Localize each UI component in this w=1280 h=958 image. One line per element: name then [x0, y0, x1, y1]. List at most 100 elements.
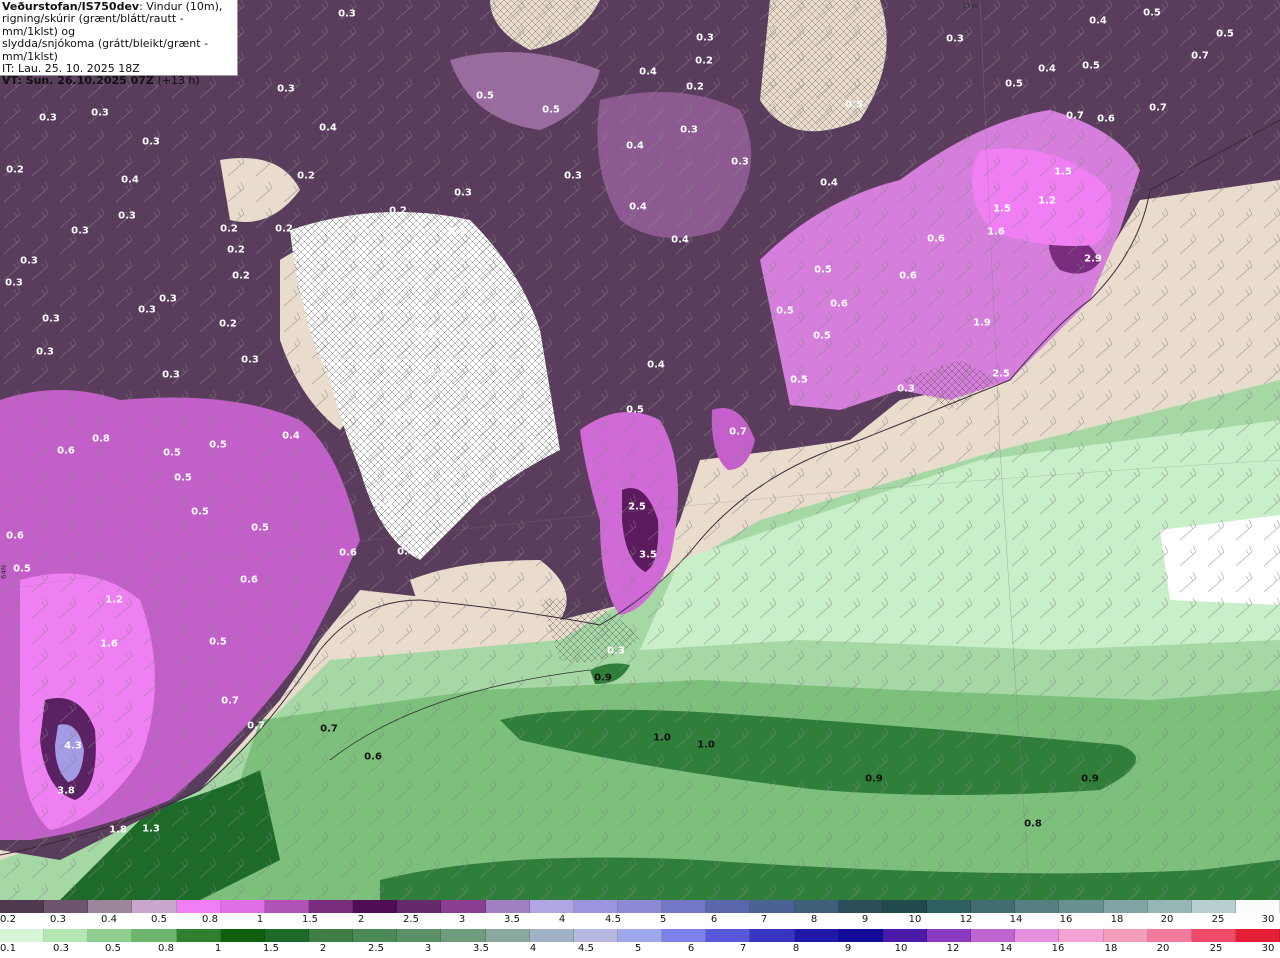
legend-snow-swatch	[838, 900, 883, 913]
weather-map: 15W 64N	[0, 0, 1280, 900]
legend-snow-swatch	[44, 900, 89, 913]
legend-rain-swatch	[573, 929, 618, 942]
legend-snow-swatch	[882, 900, 927, 913]
legend-snow-swatch	[441, 900, 486, 913]
legend-rain-swatch	[1059, 929, 1104, 942]
legend-snow-tick: 0.4	[101, 914, 117, 925]
legend-snow-tick: 5	[659, 914, 667, 925]
lead-time: (+13 h)	[153, 74, 200, 88]
header-title: Veðurstofan/IS750dev	[2, 0, 140, 13]
legend-rain-tick: 2.5	[368, 943, 384, 954]
legend-rain-tick: 0.3	[53, 943, 69, 954]
header-desc-1: : Vindur (10m),	[139, 0, 223, 13]
legend-rain-tick: 8	[792, 943, 800, 954]
legend-rain-tick: 3	[424, 943, 432, 954]
legend-snow-tick: 8	[810, 914, 818, 925]
legend-snow-tick: 6	[710, 914, 718, 925]
legend-rain-tick: 2	[319, 943, 327, 954]
legend-rain-swatch	[176, 929, 221, 942]
legend-rain-tick: 10	[894, 943, 908, 954]
legend-snow-tick: 25	[1211, 914, 1225, 925]
legend-snow-tick: 3	[458, 914, 466, 925]
legend-rain-tick: 5	[634, 943, 642, 954]
legend-rain-swatch	[1015, 929, 1060, 942]
legend-rain-swatch	[794, 929, 839, 942]
legend-snow-tick: 30	[1261, 914, 1275, 925]
legend-rain-swatch	[1103, 929, 1148, 942]
header-desc-3: slydda/snjókoma (grátt/bleikt/grænt - mm…	[2, 37, 209, 63]
legend-snow-tick: 0.3	[50, 914, 66, 925]
legend-rain-swatch	[882, 929, 927, 942]
legend-rain-swatch	[485, 929, 530, 942]
legend-snow-swatch	[1191, 900, 1236, 913]
legend-rain-swatch	[1191, 929, 1236, 942]
info-box: Veðurstofan/IS750dev: Vindur (10m), rign…	[0, 0, 238, 87]
legend-rain-swatch	[441, 929, 486, 942]
legend-snow-swatch	[662, 900, 707, 913]
legend-rain-swatch	[617, 929, 663, 942]
legend-rain-swatch	[662, 929, 707, 942]
legend-rain-swatch	[264, 929, 309, 942]
legend-snow-swatch	[617, 900, 663, 913]
legend-snow-swatch	[529, 900, 574, 913]
legend-rain-tick: 1.5	[263, 943, 279, 954]
legend-rain-ticks: 0.1 0.3 0.5 0.8 1 1.5 2 2.5 3 3.5 4 4.5 5 6 7 8 9 10 12 14 1…	[0, 942, 1280, 958]
legend-rain-swatch	[706, 929, 751, 942]
legend-snow-tick: 0.5	[151, 914, 167, 925]
legend-snow-swatch	[1235, 900, 1280, 913]
legend-rain-swatch	[529, 929, 574, 942]
legend-snow-swatch	[971, 900, 1016, 913]
legend-rain-swatch	[397, 929, 442, 942]
legend-snow-tick: 4	[558, 914, 566, 925]
legend-rain-swatch	[838, 929, 883, 942]
legend-snow-ticks: 0.2 0.3 0.4 0.5 0.8 1 1.5 2 2.5 3 3.5 4 4.5 5 6 7 8 9 10 12…	[0, 913, 1280, 929]
legend-rain-swatch	[308, 929, 354, 942]
legend-snow-swatch	[132, 900, 177, 913]
legend-rain-tick: 20	[1156, 943, 1170, 954]
legend-rain-swatch	[750, 929, 795, 942]
legend-snow-swatch	[706, 900, 751, 913]
legend-snow-swatch	[397, 900, 442, 913]
legend-rain-tick: 4	[529, 943, 537, 954]
legend-rain-tick: 0.1	[0, 943, 16, 954]
legend-snow-tick: 0.8	[202, 914, 218, 925]
wind-barbs	[0, 0, 1280, 900]
legend-rain-tick: 4.5	[578, 943, 594, 954]
legend-snow-tick: 10	[908, 914, 922, 925]
legend-snow-tick: 7	[760, 914, 768, 925]
legend-rain-tick: 16	[1051, 943, 1065, 954]
legend-rain-tick: 1	[214, 943, 222, 954]
legend-rain-tick: 7	[739, 943, 747, 954]
legend-snow-tick: 1	[256, 914, 264, 925]
legend-snow-tick: 18	[1110, 914, 1124, 925]
legend-rain-tick: 6	[687, 943, 695, 954]
legend-rain: 0.1 0.3 0.5 0.8 1 1.5 2 2.5 3 3.5 4 4.5 5 6 7 8 9 10 12 14 1…	[0, 929, 1280, 958]
legend-snow-swatch	[1059, 900, 1104, 913]
legend-rain-tick: 9	[844, 943, 852, 954]
legend-rain-tick: 25	[1209, 943, 1223, 954]
legend-rain-tick: 14	[999, 943, 1013, 954]
legend-snow: 0.2 0.3 0.4 0.5 0.8 1 1.5 2 2.5 3 3.5 4 4.5 5 6 7 8 9 10 12…	[0, 900, 1280, 929]
legend-snow-swatch	[926, 900, 972, 913]
legend-rain-tick: 0.8	[158, 943, 174, 954]
legend-rain-tick: 3.5	[473, 943, 489, 954]
legend-snow-swatch	[794, 900, 839, 913]
valid-time: VT: Sun. 26.10.2025 07Z	[2, 74, 154, 88]
legend-snow-tick: 3.5	[504, 914, 520, 925]
legend-snow-swatch	[88, 900, 133, 913]
legend-snow-swatch	[1103, 900, 1148, 913]
legend-snow-tick: 20	[1160, 914, 1174, 925]
legend-snow-swatch	[485, 900, 530, 913]
legend-rain-bar	[0, 929, 1280, 942]
legend-snow-swatch	[353, 900, 398, 913]
legend-snow-swatch	[1015, 900, 1060, 913]
legend-rain-swatch	[88, 929, 133, 942]
legend-rain-tick: 0.5	[105, 943, 121, 954]
legend-snow-tick: 12	[959, 914, 973, 925]
header-desc-2: rigning/skúrir (grænt/blátt/rautt - mm/1…	[2, 12, 184, 38]
legend-snow-swatch	[308, 900, 354, 913]
legend-snow-swatch	[176, 900, 221, 913]
legend-rain-swatch	[1147, 929, 1192, 942]
legend-snow-tick: 0.2	[0, 914, 16, 925]
legend-rain-swatch	[132, 929, 177, 942]
